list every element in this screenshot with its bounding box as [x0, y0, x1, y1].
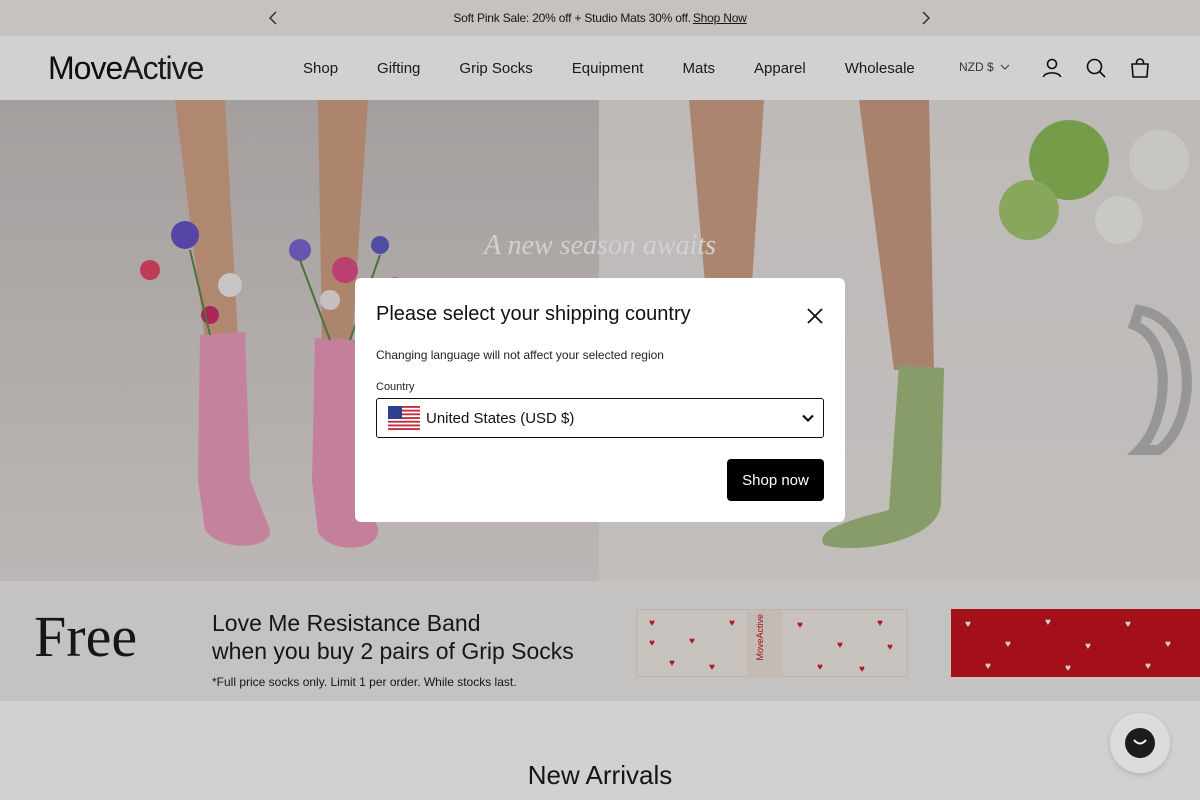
- chat-icon: [1125, 728, 1155, 758]
- shop-now-button[interactable]: Shop now: [727, 459, 824, 501]
- close-icon[interactable]: [806, 307, 824, 325]
- modal-subtitle: Changing language will not affect your s…: [376, 348, 664, 362]
- modal-title: Please select your shipping country: [376, 303, 691, 325]
- selected-country: United States (USD $): [426, 409, 575, 427]
- country-select[interactable]: United States (USD $): [376, 398, 824, 438]
- us-flag-icon: [388, 406, 420, 430]
- chevron-down-icon: [802, 414, 814, 423]
- chat-button[interactable]: [1110, 713, 1170, 773]
- country-field-label: Country: [376, 381, 415, 393]
- shipping-country-modal: Please select your shipping country Chan…: [355, 278, 845, 522]
